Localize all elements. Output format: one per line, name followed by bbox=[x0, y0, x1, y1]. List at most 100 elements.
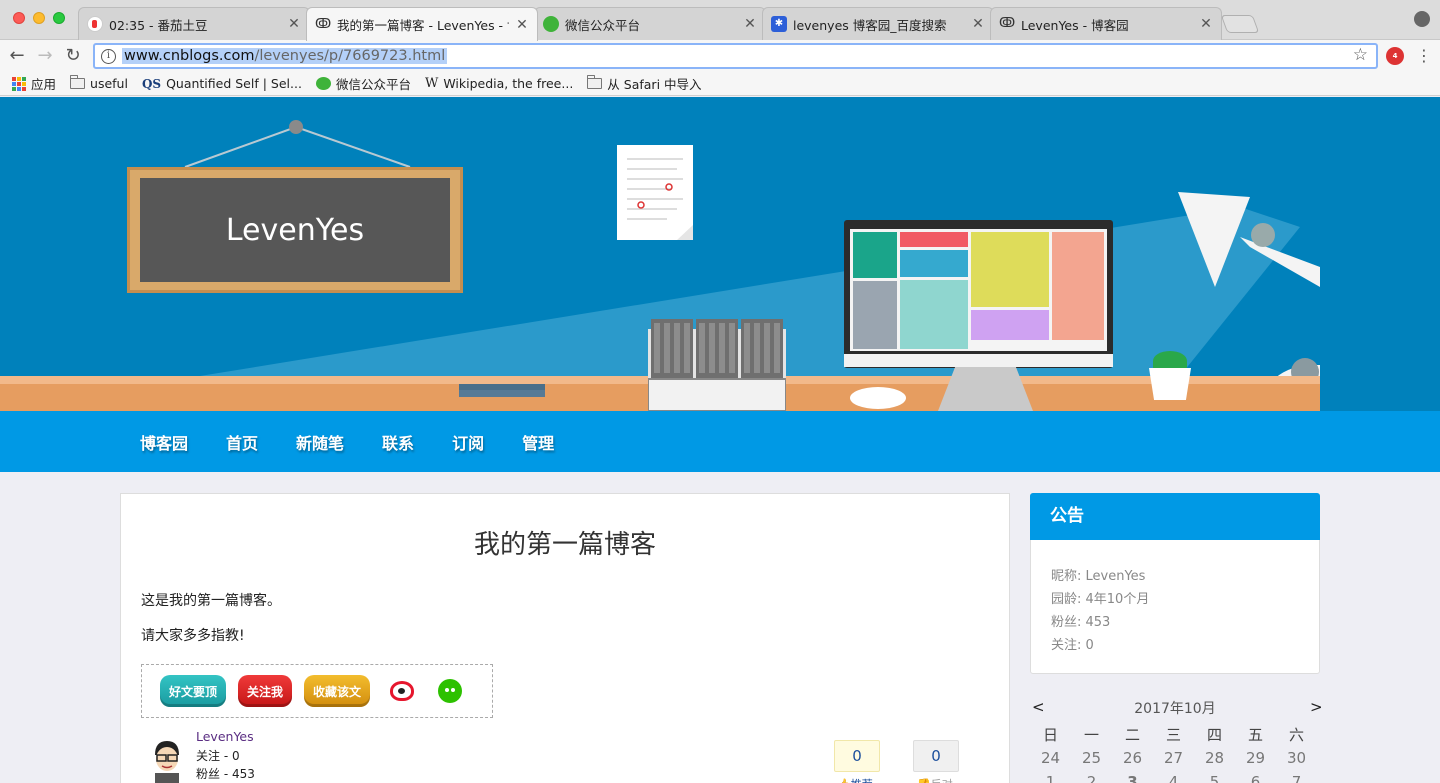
downvote-count[interactable]: 0 bbox=[913, 740, 959, 772]
adblock-icon[interactable]: 4 bbox=[1386, 47, 1404, 65]
cnblogs-icon: ↂ bbox=[315, 16, 332, 32]
notice-nickname: 昵称: LevenYes bbox=[1051, 569, 1146, 584]
weekday: 三 bbox=[1165, 726, 1181, 744]
upvote-count[interactable]: 0 bbox=[834, 740, 880, 772]
post-paragraph: 这是我的第一篇博客。 bbox=[141, 593, 281, 609]
nav-home[interactable]: 首页 bbox=[226, 430, 258, 454]
close-icon[interactable]: ✕ bbox=[971, 16, 985, 32]
address-bar[interactable]: i www.cnblogs.com/levenyes/p/7669723.htm… bbox=[93, 43, 1378, 69]
bookmarks-bar: 应用 useful QS Quantified Self | Sel... 微信… bbox=[0, 72, 1440, 96]
back-icon[interactable]: ← bbox=[6, 45, 28, 67]
close-icon[interactable]: ✕ bbox=[1199, 16, 1213, 32]
close-icon[interactable]: ✕ bbox=[515, 17, 529, 33]
bookmark-wikipedia[interactable]: W Wikipedia, the free... bbox=[425, 76, 573, 91]
qs-icon: QS bbox=[141, 76, 162, 91]
bookmark-safari-import[interactable]: 从 Safari 中导入 bbox=[587, 74, 702, 93]
nav-contact[interactable]: 联系 bbox=[382, 430, 414, 454]
bookmark-quantified-self[interactable]: QS Quantified Self | Sel... bbox=[142, 76, 302, 91]
upvote-label-text: 推荐 bbox=[851, 778, 873, 783]
wechat-icon bbox=[543, 16, 559, 32]
share-box: 好文要顶 关注我 收藏该文 bbox=[141, 664, 493, 718]
monitor-bezel bbox=[844, 354, 1113, 367]
bookmark-label: 微信公众平台 bbox=[335, 77, 411, 92]
calendar-day: 25 bbox=[1081, 749, 1102, 767]
nav-new-post[interactable]: 新随笔 bbox=[296, 430, 344, 454]
menu-icon[interactable]: ⋮ bbox=[1416, 46, 1432, 65]
url-text[interactable]: www.cnblogs.com/levenyes/p/7669723.html bbox=[122, 48, 448, 64]
minimize-window-button[interactable] bbox=[33, 12, 45, 24]
calendar-week-row: 24 25 26 27 28 29 30 bbox=[1030, 749, 1320, 767]
downvote-label[interactable]: 👎反对 bbox=[917, 776, 953, 783]
tab-my-first-blog[interactable]: ↂ 我的第一篇博客 - LevenYes - 博 ✕ bbox=[306, 7, 538, 41]
bookmark-apps[interactable]: 应用 bbox=[12, 74, 56, 93]
close-icon[interactable]: ✕ bbox=[743, 16, 757, 32]
weekday: 一 bbox=[1083, 726, 1099, 744]
upvote-label[interactable]: 👍推荐 bbox=[837, 776, 873, 783]
calendar-week-row: 1 2 3 4 5 6 7 bbox=[1030, 773, 1320, 783]
calendar-next-button[interactable]: > bbox=[1310, 698, 1323, 716]
calendar-day: 29 bbox=[1245, 749, 1266, 767]
notice-followers: 粉丝: 453 bbox=[1051, 615, 1111, 630]
tab-tomato[interactable]: 02:35 - 番茄土豆 ✕ bbox=[78, 7, 310, 40]
author-name[interactable]: LevenYes bbox=[196, 729, 254, 744]
close-icon[interactable]: ✕ bbox=[287, 16, 301, 32]
notice-following: 关注: 0 bbox=[1051, 638, 1094, 653]
wechat-share-icon[interactable] bbox=[438, 679, 462, 703]
nav-manage[interactable]: 管理 bbox=[522, 430, 554, 454]
close-window-button[interactable] bbox=[13, 12, 25, 24]
recommend-post-button[interactable]: 好文要顶 bbox=[160, 675, 226, 707]
adblock-badge: 4 bbox=[1392, 52, 1398, 60]
bookmark-wechat[interactable]: 微信公众平台 bbox=[315, 74, 411, 93]
author-followers: 粉丝 - 453 bbox=[196, 767, 255, 781]
new-tab-button[interactable] bbox=[1220, 15, 1260, 33]
zoom-window-button[interactable] bbox=[53, 12, 65, 24]
baidu-icon: ✱ bbox=[771, 16, 787, 32]
info-icon[interactable]: i bbox=[101, 48, 116, 64]
forward-icon[interactable]: → bbox=[34, 45, 56, 67]
calendar-day: 7 bbox=[1291, 773, 1302, 783]
computer-monitor bbox=[844, 220, 1113, 368]
author-avatar[interactable] bbox=[149, 739, 185, 783]
calendar-day: 4 bbox=[1168, 773, 1179, 783]
tab-levenyes-blog[interactable]: ↂ LevenYes - 博客园 ✕ bbox=[990, 7, 1222, 40]
monitor-screen bbox=[850, 229, 1107, 351]
bookmark-star-icon[interactable]: ☆ bbox=[1353, 45, 1368, 65]
bookmark-label: Quantified Self | Sel... bbox=[166, 76, 302, 91]
calendar-weekdays: 日 一 二 三 四 五 六 bbox=[1030, 724, 1320, 745]
bookmark-useful[interactable]: useful bbox=[70, 75, 128, 91]
blog-banner: LevenYes bbox=[0, 97, 1440, 411]
wikipedia-icon: W bbox=[424, 76, 439, 91]
folder-icon bbox=[70, 75, 86, 89]
tab-title: 02:35 - 番茄土豆 bbox=[109, 17, 208, 33]
tab-wechat[interactable]: 微信公众平台 ✕ bbox=[534, 7, 766, 40]
apps-icon bbox=[12, 76, 26, 91]
downvote-label-text: 反对 bbox=[931, 778, 953, 783]
url-path: /levenyes/p/7669723.html bbox=[254, 48, 446, 64]
cnblogs-icon: ↂ bbox=[999, 16, 1016, 31]
reload-icon[interactable]: ↻ bbox=[62, 45, 84, 67]
bookmark-label: useful bbox=[90, 76, 128, 91]
weekday: 日 bbox=[1042, 726, 1058, 744]
bookmark-label: Wikipedia, the free... bbox=[443, 76, 574, 91]
author-following: 关注 - 0 bbox=[196, 749, 240, 763]
follow-me-button[interactable]: 关注我 bbox=[238, 675, 292, 707]
tab-title: 微信公众平台 bbox=[565, 17, 641, 33]
weekday: 五 bbox=[1247, 726, 1263, 744]
calendar-day: 5 bbox=[1209, 773, 1220, 783]
post-title[interactable]: 我的第一篇博客 bbox=[121, 524, 1009, 561]
weibo-share-icon[interactable] bbox=[390, 681, 414, 701]
calendar-day: 1 bbox=[1045, 773, 1056, 783]
keyboard bbox=[459, 384, 545, 397]
browser-toolbar: ← → ↻ i www.cnblogs.com/levenyes/p/76697… bbox=[0, 40, 1440, 72]
calendar-day-linked[interactable]: 3 bbox=[1112, 773, 1153, 783]
tab-title: levenyes 博客园_百度搜索 bbox=[793, 17, 947, 33]
profile-icon[interactable] bbox=[1414, 11, 1430, 27]
nav-cnblogs[interactable]: 博客园 bbox=[140, 430, 188, 454]
tab-baidu-search[interactable]: ✱ levenyes 博客园_百度搜索 ✕ bbox=[762, 7, 994, 40]
favorite-post-button[interactable]: 收藏该文 bbox=[304, 675, 370, 707]
tab-title: LevenYes - 博客园 bbox=[1021, 17, 1129, 33]
post-card: 我的第一篇博客 这是我的第一篇博客。 请大家多多指教! 好文要顶 关注我 收藏该… bbox=[120, 493, 1010, 783]
nav-subscribe[interactable]: 订阅 bbox=[452, 430, 484, 454]
weekday: 四 bbox=[1206, 726, 1222, 744]
calendar-day: 30 bbox=[1286, 749, 1307, 767]
